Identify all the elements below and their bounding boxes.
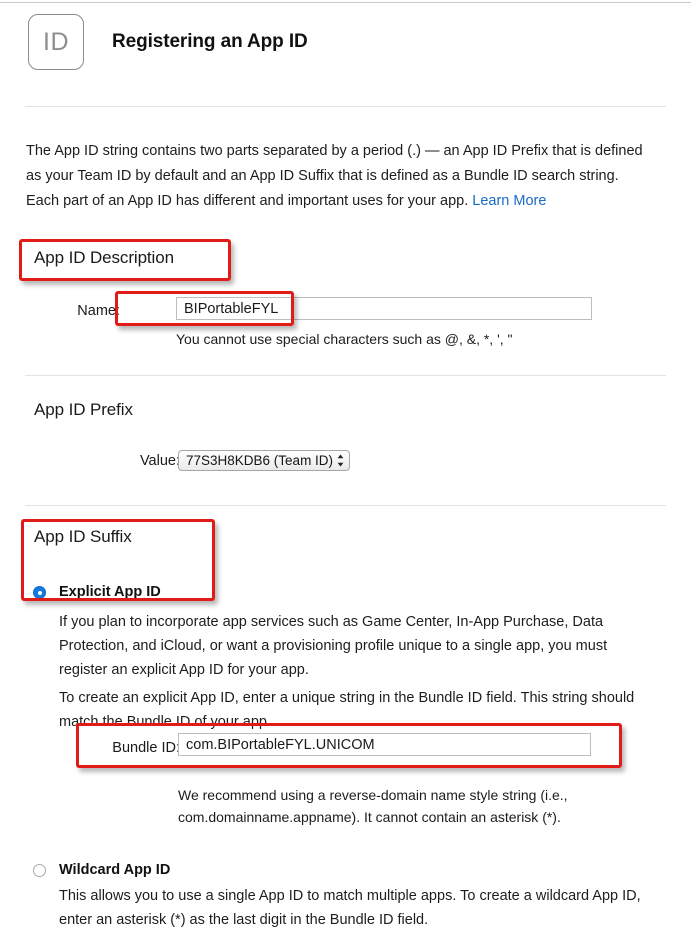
divider-header — [25, 106, 666, 107]
explicit-app-id-paragraph-2: To create an explicit App ID, enter a un… — [59, 690, 635, 730]
section-title-app-id-description: App ID Description — [34, 248, 174, 267]
section-title-app-id-suffix: App ID Suffix — [34, 527, 132, 546]
radio-wildcard-app-id-icon[interactable] — [33, 864, 46, 877]
divider-prefix — [25, 505, 666, 506]
app-id-icon: ID — [28, 14, 84, 70]
page-title: Registering an App ID — [112, 31, 308, 52]
value-label: Value: — [139, 453, 180, 469]
learn-more-link[interactable]: Learn More — [472, 193, 546, 209]
app-id-icon-label: ID — [43, 27, 69, 56]
name-help-text: You cannot use special characters such a… — [176, 331, 513, 347]
divider-description — [25, 375, 666, 376]
name-input[interactable] — [176, 297, 592, 320]
wildcard-app-id-paragraph: This allows you to use a single App ID t… — [59, 888, 641, 928]
radio-option-wildcard-app-id[interactable]: Wildcard App ID — [33, 862, 170, 878]
bundle-id-input[interactable] — [178, 733, 591, 756]
window-top-border — [0, 2, 691, 3]
intro-paragraph: The App ID string contains two parts sep… — [26, 139, 646, 214]
app-id-prefix-select[interactable]: 77S3H8KDB6 (Team ID) — [178, 450, 351, 471]
radio-explicit-app-id-icon[interactable] — [33, 586, 46, 599]
radio-explicit-app-id-label: Explicit App ID — [59, 584, 161, 600]
bundle-id-label: Bundle ID: — [112, 740, 180, 756]
name-label: Name: — [77, 303, 120, 319]
app-id-prefix-selected-value: 77S3H8KDB6 (Team ID) — [186, 453, 334, 468]
explicit-app-id-paragraph-1: If you plan to incorporate app services … — [59, 614, 608, 678]
radio-wildcard-app-id-label: Wildcard App ID — [59, 862, 171, 878]
bundle-id-help-text: We recommend using a reverse-domain name… — [178, 787, 568, 825]
page-header: ID Registering an App ID — [28, 14, 308, 70]
radio-option-explicit-app-id[interactable]: Explicit App ID — [33, 584, 161, 600]
chevron-updown-icon — [337, 454, 344, 467]
section-title-app-id-prefix: App ID Prefix — [34, 400, 133, 419]
intro-text: The App ID string contains two parts sep… — [26, 143, 643, 209]
